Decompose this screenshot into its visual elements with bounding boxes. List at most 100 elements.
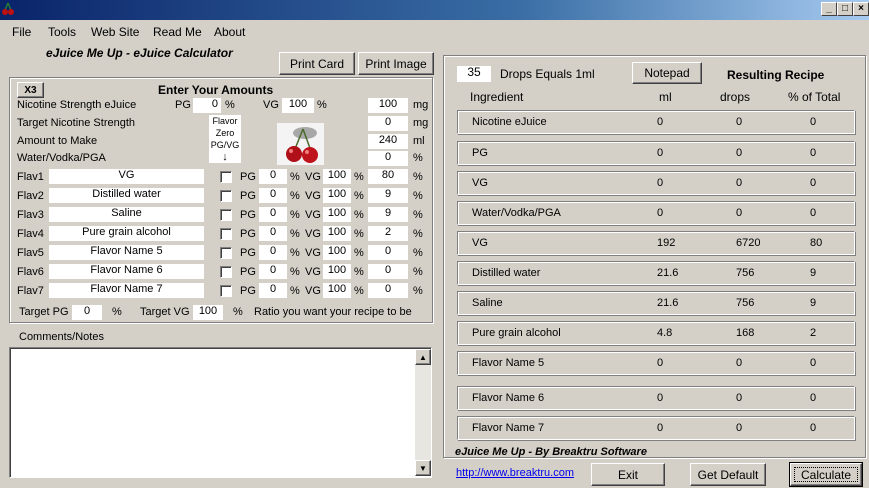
flavor-vg-input[interactable]: 100 — [323, 245, 351, 260]
result-pct: 0 — [810, 116, 817, 128]
flavor-vg-input[interactable]: 100 — [323, 169, 351, 184]
nicotine-vg-label: VG — [263, 99, 279, 111]
minimize-button[interactable]: _ — [821, 2, 837, 16]
flavor-vg-input[interactable]: 100 — [323, 283, 351, 298]
flavor-pg-label: PG — [240, 209, 256, 221]
result-pct: 9 — [810, 267, 817, 279]
flavor-pg-label: PG — [240, 171, 256, 183]
drops-label: Drops Equals 1ml — [500, 67, 595, 81]
scroll-down-button[interactable]: ▼ — [415, 460, 431, 476]
nicotine-strength-input[interactable]: 100 — [368, 98, 408, 113]
result-ingredient: Water/Vodka/PGA — [472, 207, 561, 219]
flavor-percent-input[interactable]: 9 — [368, 188, 408, 203]
flavor-zero-box[interactable]: Flavor Zero PG/VG ↓ — [209, 115, 241, 163]
flavor-vg-pct: % — [354, 190, 364, 202]
x3-button[interactable]: X3 — [17, 82, 44, 98]
menu-tools[interactable]: Tools — [48, 25, 76, 39]
flavor-percent-input[interactable]: 9 — [368, 207, 408, 222]
menu-file[interactable]: File — [12, 25, 31, 39]
flavor-name-input[interactable]: Pure grain alcohol — [49, 226, 204, 241]
flavor-label: Flav6 — [17, 266, 44, 278]
menu-website[interactable]: Web Site — [91, 25, 139, 39]
cherry-app-icon[interactable] — [1, 2, 15, 16]
flavor-zero-line2: Zero — [215, 128, 235, 138]
cherry-image — [277, 123, 324, 165]
target-vg-input[interactable]: 100 — [193, 305, 223, 320]
title-bar[interactable] — [0, 0, 869, 20]
result-drops: 0 — [736, 177, 743, 189]
flavor-pg-input[interactable]: 0 — [259, 264, 287, 279]
nicotine-pg-input[interactable]: 0 — [193, 98, 221, 113]
flavor-zero-checkbox[interactable] — [220, 209, 232, 221]
flavor-zero-checkbox[interactable] — [220, 247, 232, 259]
target-nicotine-input[interactable]: 0 — [368, 116, 408, 131]
notepad-button[interactable]: Notepad — [632, 62, 702, 84]
print-image-button[interactable]: Print Image — [358, 52, 434, 75]
nicotine-vg-input[interactable]: 100 — [282, 98, 314, 113]
flavor-percent-input[interactable]: 0 — [368, 264, 408, 279]
menu-readme[interactable]: Read Me — [153, 25, 202, 39]
amount-label: Amount to Make — [17, 135, 98, 147]
calculate-button[interactable]: Calculate — [789, 462, 863, 487]
flavor-percent-input[interactable]: 0 — [368, 245, 408, 260]
menu-about[interactable]: About — [214, 25, 245, 39]
comments-scrollbar[interactable] — [415, 349, 431, 476]
scroll-up-button[interactable]: ▲ — [415, 349, 431, 365]
flavor-pg-input[interactable]: 0 — [259, 169, 287, 184]
result-drops: 756 — [736, 267, 755, 279]
result-ingredient: Distilled water — [472, 267, 541, 279]
target-pg-input[interactable]: 0 — [72, 305, 102, 320]
result-drops: 0 — [736, 147, 743, 159]
flavor-pg-input[interactable]: 0 — [259, 245, 287, 260]
result-pct: 0 — [810, 207, 817, 219]
flavor-pg-input[interactable]: 0 — [259, 226, 287, 241]
flavor-zero-checkbox[interactable] — [220, 266, 232, 278]
result-ml: 21.6 — [657, 297, 679, 309]
flavor-vg-label: VG — [305, 285, 321, 297]
flavor-pg-label: PG — [240, 247, 256, 259]
print-card-button[interactable]: Print Card — [279, 52, 355, 75]
down-arrow-icon: ↓ — [222, 151, 228, 163]
flavor-percent-input[interactable]: 2 — [368, 226, 408, 241]
result-pct: 80 — [810, 237, 823, 249]
flavor-zero-checkbox[interactable] — [220, 228, 232, 240]
flavor-vg-input[interactable]: 100 — [323, 207, 351, 222]
flavor-zero-line1: Flavor — [212, 116, 238, 126]
water-input[interactable]: 0 — [368, 151, 408, 166]
maximize-button[interactable]: □ — [837, 2, 853, 16]
flavor-zero-checkbox[interactable] — [220, 285, 232, 297]
flavor-name-input[interactable]: Flavor Name 5 — [49, 245, 204, 260]
flavor-name-input[interactable]: VG — [49, 169, 204, 184]
flavor-percent-input[interactable]: 80 — [368, 169, 408, 184]
flavor-name-input[interactable]: Distilled water — [49, 188, 204, 203]
flavor-name-input[interactable]: Flavor Name 7 — [49, 283, 204, 298]
result-pct: 0 — [810, 392, 817, 404]
result-row — [457, 171, 855, 195]
result-pct: 0 — [810, 177, 817, 189]
flavor-name-input[interactable]: Flavor Name 6 — [49, 264, 204, 279]
close-button[interactable]: × — [853, 2, 869, 16]
flavor-vg-input[interactable]: 100 — [323, 226, 351, 241]
flavor-vg-input[interactable]: 100 — [323, 264, 351, 279]
flavor-zero-checkbox[interactable] — [220, 171, 232, 183]
exit-button[interactable]: Exit — [591, 463, 665, 486]
flavor-pg-input[interactable]: 0 — [259, 283, 287, 298]
result-drops: 168 — [736, 327, 755, 339]
flavor-pg-input[interactable]: 0 — [259, 207, 287, 222]
result-drops: 0 — [736, 116, 743, 128]
result-drops: 0 — [736, 207, 743, 219]
flavor-zero-checkbox[interactable] — [220, 190, 232, 202]
flavor-percent-unit: % — [413, 285, 423, 297]
comments-textarea[interactable] — [9, 347, 432, 478]
flavor-vg-input[interactable]: 100 — [323, 188, 351, 203]
get-default-button[interactable]: Get Default — [690, 463, 766, 486]
header-ingredient: Ingredient — [470, 90, 524, 104]
flavor-percent-input[interactable]: 0 — [368, 283, 408, 298]
amount-input[interactable]: 240 — [368, 134, 408, 149]
flavor-pg-pct: % — [290, 171, 300, 183]
website-link[interactable]: http://www.breaktru.com — [456, 467, 574, 479]
drops-input[interactable]: 35 — [457, 66, 491, 82]
flavor-percent-unit: % — [413, 171, 423, 183]
flavor-pg-input[interactable]: 0 — [259, 188, 287, 203]
flavor-name-input[interactable]: Saline — [49, 207, 204, 222]
